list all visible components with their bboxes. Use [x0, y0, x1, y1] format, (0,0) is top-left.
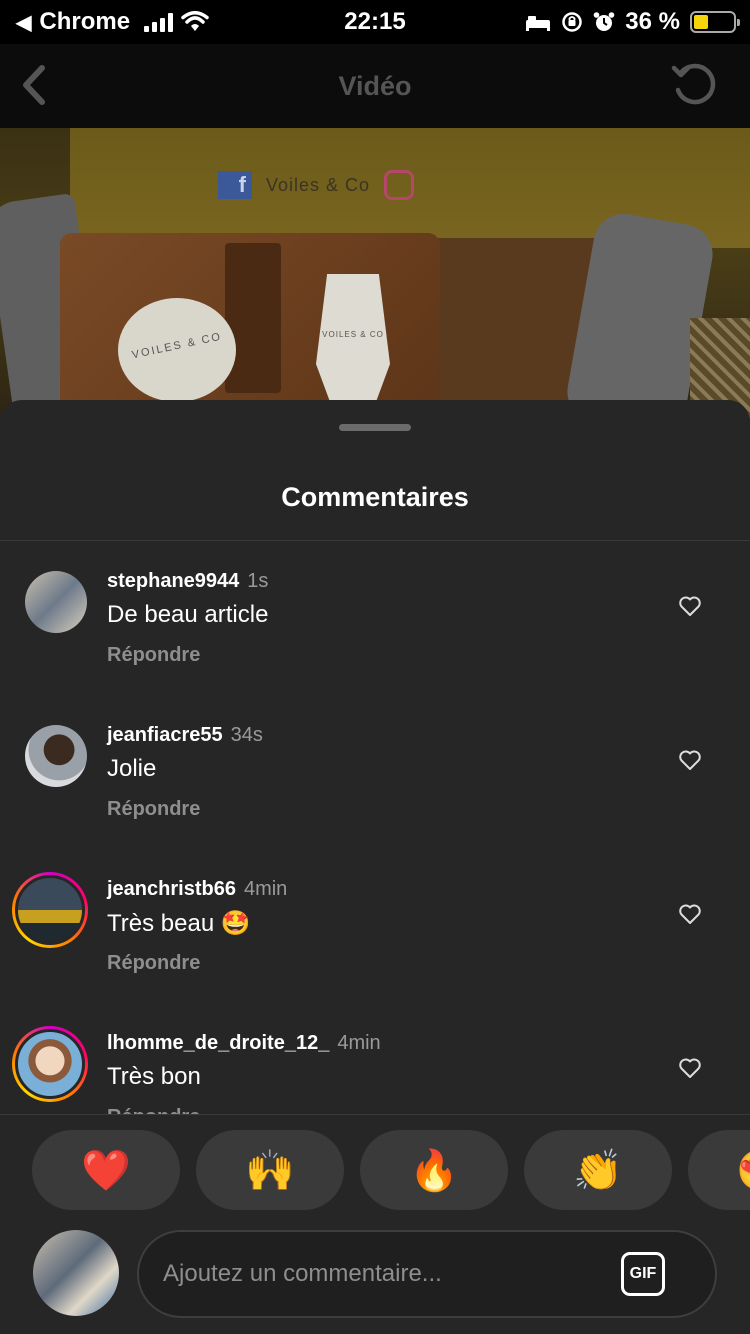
like-heart-icon[interactable] — [678, 595, 702, 617]
wifi-icon — [181, 11, 209, 31]
emoji-reaction-bar: ❤️ 🙌 🔥 👏 😍 — [0, 1130, 750, 1210]
gif-button[interactable]: GIF — [621, 1252, 665, 1296]
comment-item: stephane9944 1s De beau article Répondre — [0, 541, 750, 695]
comment-item: jeanfiacre55 34s Jolie Répondre — [0, 695, 750, 849]
comment-input-wrapper[interactable]: GIF — [137, 1230, 717, 1318]
status-right: 36 % — [525, 8, 740, 36]
comment-header: lhomme_de_droite_12_ 4min — [107, 1032, 381, 1055]
top-nav: Vidéo — [0, 44, 750, 128]
avatar-story-ring[interactable] — [12, 1026, 88, 1102]
emoji-raised-hands-button[interactable]: 🙌 — [196, 1130, 344, 1210]
sheet-grabber[interactable] — [339, 424, 411, 431]
cellular-signal-icon — [144, 12, 174, 32]
comment-item: lhomme_de_droite_12_ 4min Très bon Répon… — [0, 1003, 750, 1114]
comment-text: Très bon — [107, 1063, 201, 1090]
comment-list[interactable]: stephane9944 1s De beau article Répondre… — [0, 541, 750, 1114]
emoji-fire-button[interactable]: 🔥 — [360, 1130, 508, 1210]
current-user-avatar — [33, 1230, 119, 1316]
comment-text: Jolie — [107, 755, 157, 782]
comment-composer: GIF — [0, 1230, 750, 1330]
round-tag: VOILES & CO — [118, 298, 236, 402]
avatar — [15, 875, 85, 945]
comments-sheet: Commentaires stephane9944 1s De beau art… — [0, 400, 750, 1334]
comment-time: 34s — [230, 724, 263, 746]
comment-time: 1s — [247, 570, 269, 592]
battery-icon — [690, 11, 740, 33]
comment-input[interactable] — [163, 1254, 603, 1294]
refresh-icon[interactable] — [670, 60, 720, 110]
avatar[interactable] — [25, 725, 87, 787]
reply-button[interactable]: Répondre — [107, 1106, 200, 1114]
sheet-title: Commentaires — [281, 482, 469, 512]
facebook-logo-icon: f — [218, 171, 252, 199]
brand-name: Voiles & Co — [266, 174, 371, 195]
like-heart-icon[interactable] — [678, 1057, 702, 1079]
reply-button[interactable]: Répondre — [107, 798, 200, 821]
comment-username[interactable]: lhomme_de_droite_12_ — [107, 1032, 329, 1055]
brand-line: f Voiles & Co — [218, 170, 415, 200]
round-tag-text: VOILES & CO — [130, 330, 224, 362]
like-heart-icon[interactable] — [678, 749, 702, 771]
page-title: Vidéo — [338, 70, 412, 101]
battery-percent: 36 % — [625, 8, 680, 35]
battery-level — [694, 15, 708, 29]
rotation-lock-icon — [562, 12, 583, 32]
comment-time: 4min — [243, 878, 288, 900]
comment-username[interactable]: stephane9944 — [107, 570, 239, 593]
comment-header: stephane9944 1s — [107, 570, 268, 593]
comment-header: jeanfiacre55 34s — [107, 724, 263, 747]
back-chevron-icon[interactable] — [14, 60, 54, 110]
avatar[interactable] — [25, 571, 87, 633]
reply-button[interactable]: Répondre — [107, 644, 200, 667]
comment-username[interactable]: jeanchristb66 — [107, 878, 236, 901]
emoji-clapping-button[interactable]: 👏 — [524, 1130, 672, 1210]
comment-username[interactable]: jeanfiacre55 — [107, 724, 223, 747]
like-heart-icon[interactable] — [678, 903, 702, 925]
video-preview[interactable]: f Voiles & Co VOILES & CO VOILES & CO — [0, 128, 750, 428]
emoji-heart-button[interactable]: ❤️ — [32, 1130, 180, 1210]
reply-button[interactable]: Répondre — [107, 952, 200, 975]
status-left[interactable]: ◀ Chrome — [16, 8, 209, 36]
alarm-icon — [593, 12, 615, 31]
comment-text: De beau article — [107, 601, 269, 628]
status-bar: ◀ Chrome 22:15 36 % — [0, 0, 750, 44]
comment-time: 4min — [337, 1032, 381, 1054]
back-to-app-icon[interactable]: ◀ — [16, 10, 31, 35]
card-tag-text: VOILES & CO — [322, 330, 384, 339]
comment-text: Très beau 🤩 — [107, 910, 251, 937]
comment-item: jeanchristb66 4min Très beau 🤩 Répondre — [0, 849, 750, 1003]
sleep-mode-icon — [526, 16, 551, 31]
divider — [0, 1114, 750, 1115]
handbag-strap — [225, 243, 281, 393]
back-app-label[interactable]: Chrome — [39, 8, 130, 36]
comment-header: jeanchristb66 4min — [107, 878, 287, 901]
emoji-heart-eyes-button[interactable]: 😍 — [688, 1130, 750, 1210]
avatar-story-ring[interactable] — [12, 872, 88, 948]
instagram-logo-icon — [384, 170, 415, 200]
avatar — [15, 1029, 85, 1099]
